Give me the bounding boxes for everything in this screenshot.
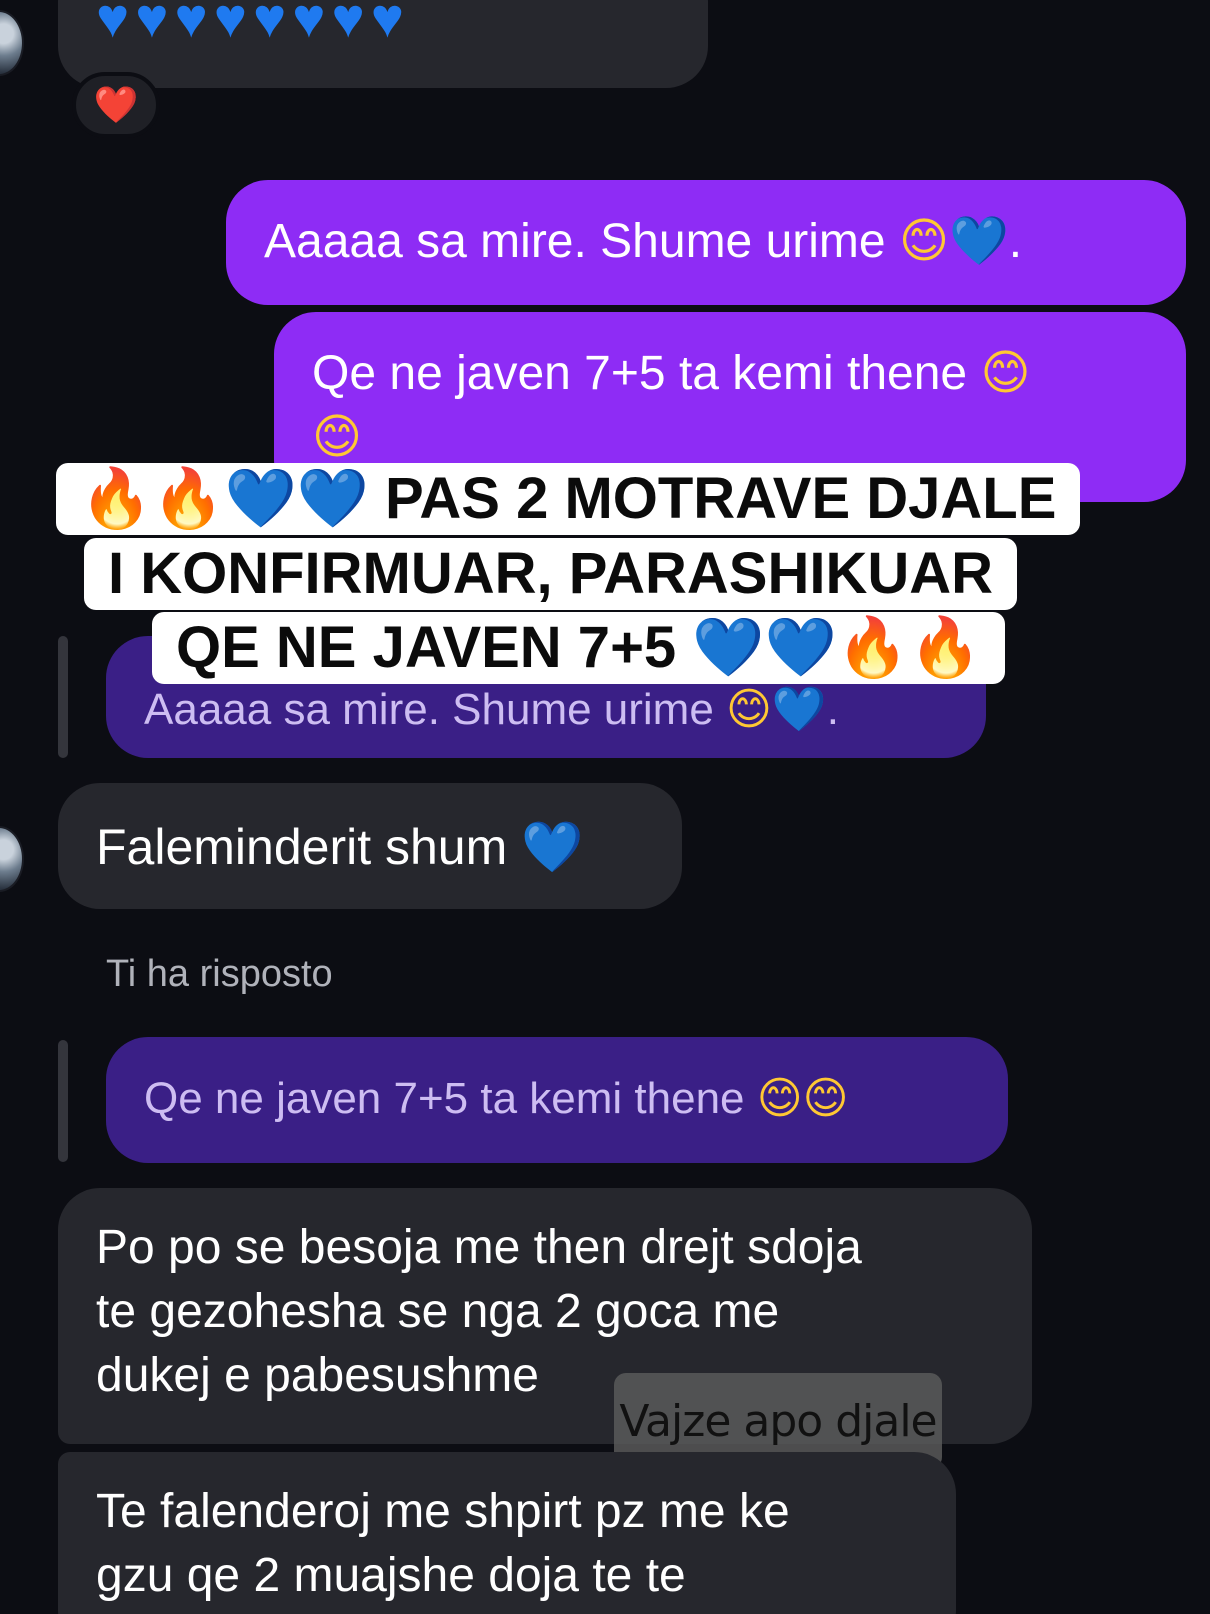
quoted-message[interactable]: Qe ne javen 7+5 ta kemi thene 😊😊 <box>106 1037 1008 1163</box>
message-line: te gezohesha se nga 2 goca me <box>96 1285 780 1338</box>
caption-line-1: 🔥🔥💙💙 PAS 2 MOTRAVE DJALE <box>56 463 1081 535</box>
message-reaction[interactable]: ❤️ <box>72 72 160 138</box>
fire-icon: 🔥 <box>80 466 153 531</box>
blue-heart-icon: 💙 <box>764 615 837 680</box>
blue-heart-icon: ♥ <box>292 0 332 49</box>
blue-heart-icon: ♥ <box>331 0 371 49</box>
caption-text: PAS 2 MOTRAVE DJALE <box>385 466 1057 531</box>
message-line: Po po se besoja me then drejt sdoja <box>96 1221 862 1274</box>
reply-indicator-bar <box>58 636 68 758</box>
quoted-text: Aaaaa sa mire. Shume urime <box>144 685 714 734</box>
blue-heart-icon: ♥ <box>370 0 410 49</box>
caption-text: QE NE JAVEN 7+5 <box>176 615 677 680</box>
message-line: gzu qe 2 muajshe doja te te <box>96 1549 686 1602</box>
smiling-face-icon: 😊 <box>726 685 772 734</box>
message-line: Te falenderoj me shpirt pz me ke <box>96 1485 790 1538</box>
smiling-face-icon: 😊 <box>980 347 1031 400</box>
message-text: Faleminderit shum <box>96 819 508 875</box>
smiling-face-icon: 😊 <box>898 215 949 268</box>
caption-text: I KONFIRMUAR, PARASHIKUAR <box>108 541 994 606</box>
reply-label: Ti ha risposto <box>106 953 333 995</box>
blue-heart-icon: 💙 <box>771 685 827 734</box>
sticker-text: Vajze apo djale <box>619 1395 937 1447</box>
red-heart-icon: ❤️ <box>93 84 139 125</box>
smiling-face-icon: 😊 <box>802 1074 849 1123</box>
fire-icon: 🔥 <box>152 466 225 531</box>
blue-heart-icon: ♥ <box>253 0 293 49</box>
blue-heart-icon: 💙 <box>692 615 765 680</box>
blue-heart-icon: 💙 <box>296 466 369 531</box>
fire-icon: 🔥 <box>836 615 909 680</box>
reply-indicator-bar <box>58 1040 68 1162</box>
caption-line-2: I KONFIRMUAR, PARASHIKUAR <box>84 538 1018 610</box>
blue-heart-icon: 💙 <box>949 215 1009 268</box>
outgoing-message[interactable]: Aaaaa sa mire. Shume urime 😊💙. <box>226 180 1186 305</box>
blue-heart-icon: 💙 <box>521 819 584 875</box>
quoted-text: Qe ne javen 7+5 ta kemi thene <box>144 1074 745 1123</box>
incoming-message[interactable]: Te falenderoj me shpirt pz me ke gzu qe … <box>58 1452 956 1614</box>
avatar[interactable] <box>0 10 24 76</box>
incoming-hearts-bubble[interactable]: ♥♥♥♥♥♥♥♥ <box>58 0 708 88</box>
caption-line-3: QE NE JAVEN 7+5 💙💙🔥🔥 <box>152 612 1006 684</box>
message-end: . <box>826 685 839 734</box>
blue-heart-icon: ♥ <box>213 0 253 49</box>
blue-heart-icon: ♥ <box>135 0 175 49</box>
blue-heart-icon: 💙 <box>224 466 297 531</box>
smiling-face-icon: 😊 <box>756 1074 803 1123</box>
message-end: . <box>1008 215 1023 268</box>
message-text: Aaaaa sa mire. Shume urime <box>264 215 886 268</box>
avatar[interactable] <box>0 826 24 892</box>
fire-icon: 🔥 <box>908 615 982 680</box>
blue-heart-icon: ♥ <box>96 0 136 49</box>
incoming-message[interactable]: Faleminderit shum 💙 <box>58 783 682 909</box>
chat-screen: ♥♥♥♥♥♥♥♥ ❤️ Aaaaa sa mire. Shume urime 😊… <box>0 0 1210 1614</box>
smiling-face-icon: 😊 <box>312 411 363 464</box>
message-text: Qe ne javen 7+5 ta kemi thene <box>312 347 968 400</box>
blue-heart-icon: ♥ <box>174 0 214 49</box>
